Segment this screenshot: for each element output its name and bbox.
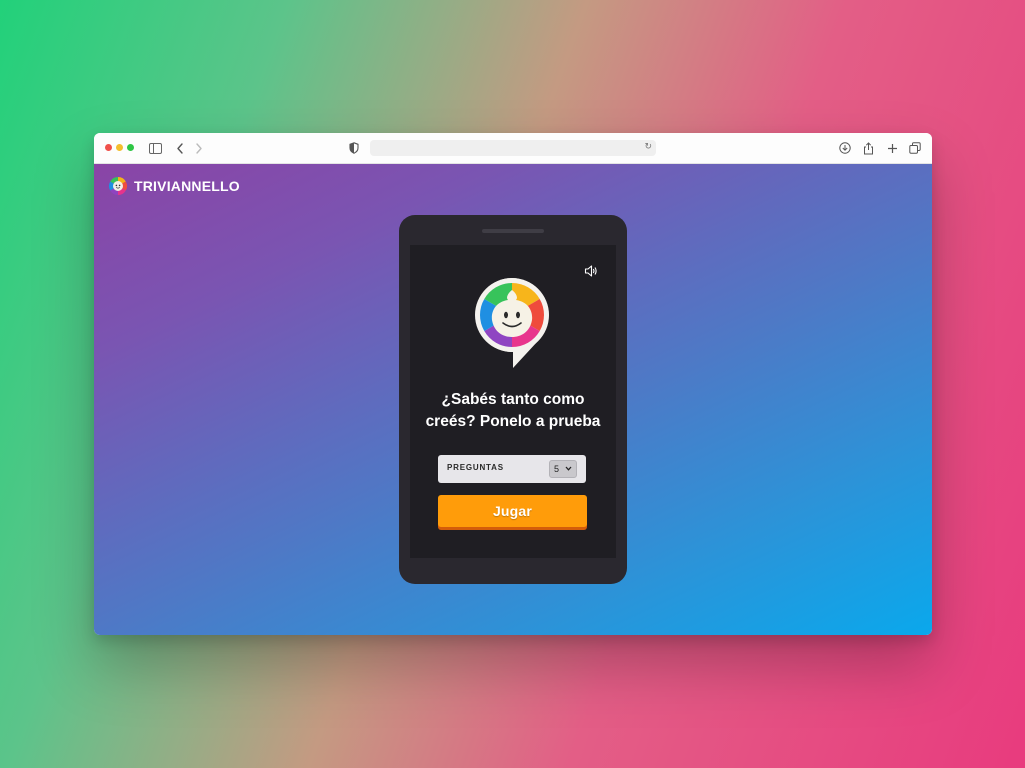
game-screen: ¿Sabés tanto como creés? Ponelo a prueba…: [410, 245, 616, 558]
questions-selector: PREGUNTAS 5: [438, 455, 586, 483]
sidebar-icon[interactable]: [147, 140, 163, 156]
play-button[interactable]: Jugar: [438, 495, 587, 527]
tabs-overview-icon[interactable]: [907, 140, 923, 156]
headline-line-1: ¿Sabés tanto como: [441, 391, 585, 408]
back-icon[interactable]: [172, 140, 188, 156]
chevron-down-icon: [565, 466, 572, 473]
questions-count-value: 5: [554, 464, 560, 474]
questions-count-select[interactable]: 5: [549, 460, 577, 478]
brand-logo-link[interactable]: TRIVIANNELLO: [108, 176, 240, 196]
share-icon[interactable]: [860, 140, 876, 156]
close-window-button[interactable]: [105, 144, 112, 151]
sound-icon[interactable]: [584, 264, 598, 278]
browser-toolbar: ↻: [94, 133, 932, 164]
phone-speaker: [482, 229, 544, 233]
address-bar[interactable]: ↻: [370, 140, 656, 156]
new-tab-icon[interactable]: [884, 140, 900, 156]
triviannello-logo-icon: [108, 177, 128, 195]
phone-frame: ¿Sabés tanto como creés? Ponelo a prueba…: [399, 215, 627, 584]
mascot-icon: [475, 278, 549, 368]
zoom-window-button[interactable]: [127, 144, 134, 151]
headline: ¿Sabés tanto como creés? Ponelo a prueba: [410, 389, 616, 433]
web-page: TRIVIANNELLO ¿Sabés tanto como creés? Po…: [94, 164, 932, 635]
download-icon[interactable]: [837, 140, 853, 156]
brand-name: TRIVIANNELLO: [134, 178, 240, 194]
browser-window: ↻ TRIVIANNELLO ¿Sabés tanto como creés? …: [94, 133, 932, 635]
minimize-window-button[interactable]: [116, 144, 123, 151]
headline-line-2: creés? Ponelo a prueba: [425, 413, 601, 430]
reload-icon[interactable]: ↻: [644, 142, 652, 152]
questions-label: PREGUNTAS: [447, 463, 504, 472]
forward-icon[interactable]: [191, 140, 207, 156]
shield-icon[interactable]: [346, 140, 362, 156]
